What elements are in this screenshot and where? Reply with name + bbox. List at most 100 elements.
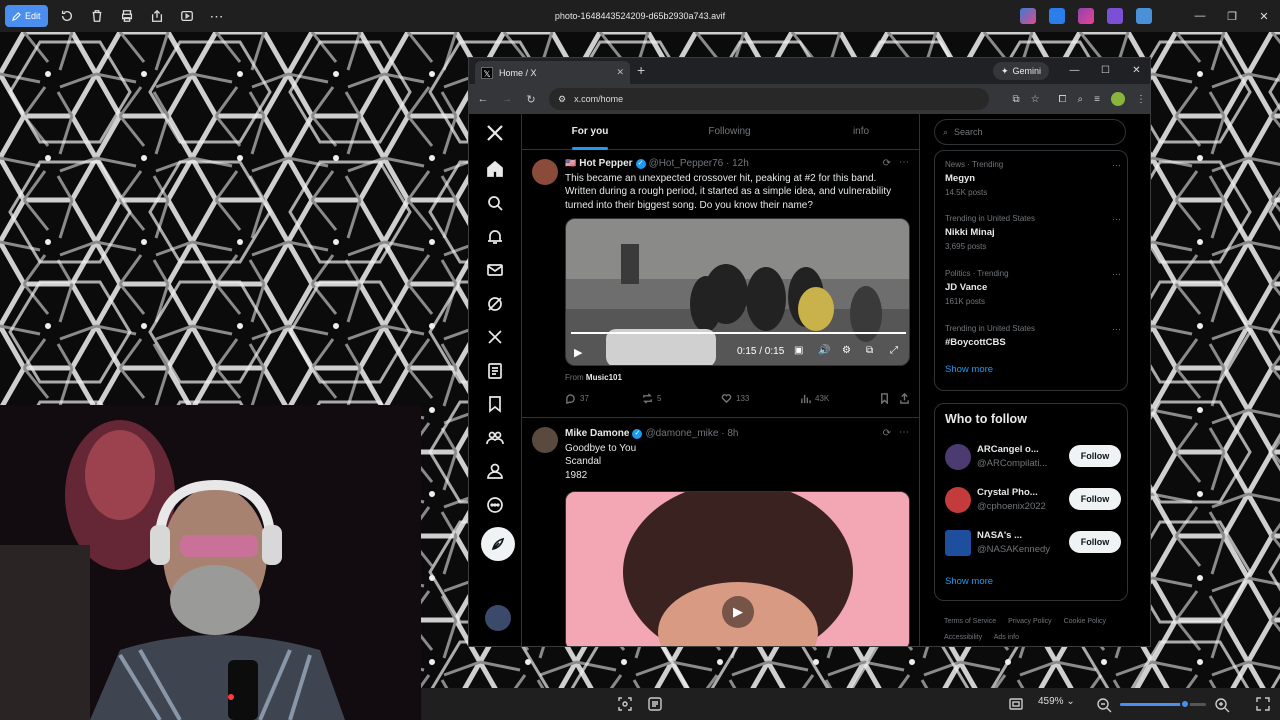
tab-close-icon[interactable]: ✕ bbox=[616, 67, 624, 78]
author-handle[interactable]: @damone_mike · 8h bbox=[645, 428, 738, 439]
pip-icon[interactable]: ⧉ bbox=[866, 345, 873, 356]
avatar[interactable] bbox=[945, 444, 971, 470]
video-editor-icon[interactable] bbox=[1107, 8, 1123, 24]
account-name[interactable]: NASA's ... bbox=[977, 530, 1022, 541]
communities-icon[interactable] bbox=[484, 427, 506, 449]
grok-icon[interactable] bbox=[484, 293, 506, 315]
author-handle[interactable]: @Hot_Pepper76 · 12h bbox=[649, 158, 749, 169]
address-bar[interactable]: ⚙ x.com/home bbox=[549, 88, 989, 110]
minimize-icon[interactable]: — bbox=[1059, 58, 1090, 82]
trend-item[interactable]: Trending in United States Nikki Minaj 3,… bbox=[945, 214, 1121, 251]
share-icon[interactable] bbox=[899, 393, 910, 404]
share-icon[interactable] bbox=[142, 0, 172, 32]
zoom-in-icon[interactable] bbox=[1214, 697, 1230, 713]
rotate-icon[interactable] bbox=[52, 0, 82, 32]
more-options-icon[interactable]: ⋯ bbox=[202, 0, 232, 32]
zoom-out-icon[interactable] bbox=[1096, 697, 1112, 713]
extensions-icon[interactable]: ⧠ bbox=[1059, 94, 1067, 105]
delete-icon[interactable] bbox=[82, 0, 112, 32]
trend-more-icon[interactable]: ⋯ bbox=[1112, 214, 1121, 225]
maximize-icon[interactable]: ☐ bbox=[1090, 58, 1121, 82]
author-name[interactable]: Hot Pepper bbox=[579, 158, 632, 169]
zoom-level[interactable]: 459% ⌄ bbox=[1038, 696, 1075, 707]
browser-menu-icon[interactable]: ⋮ bbox=[1136, 94, 1146, 105]
print-icon[interactable] bbox=[112, 0, 142, 32]
search-icon[interactable] bbox=[484, 192, 506, 214]
follow-button[interactable]: Follow bbox=[1069, 531, 1121, 553]
premium-x-icon[interactable] bbox=[484, 326, 506, 348]
grok-explain-icon[interactable]: ⟳ bbox=[883, 428, 891, 439]
tab-search-icon[interactable]: ⌕ bbox=[1078, 94, 1084, 105]
slideshow-icon[interactable] bbox=[172, 0, 202, 32]
cloud-off-icon[interactable] bbox=[1136, 8, 1152, 24]
tab-following[interactable]: Following bbox=[658, 114, 801, 150]
fullscreen-icon[interactable]: ⤢ bbox=[890, 345, 898, 356]
repost-button[interactable]: 5 bbox=[642, 393, 661, 404]
tab-info[interactable]: info bbox=[801, 114, 919, 150]
post-button[interactable] bbox=[481, 527, 515, 561]
avatar[interactable] bbox=[532, 427, 558, 453]
account-avatar[interactable] bbox=[485, 605, 511, 631]
edit-button[interactable]: Edit bbox=[5, 5, 48, 27]
play-icon[interactable]: ▶ bbox=[722, 596, 754, 628]
views-button[interactable]: 43K bbox=[800, 393, 829, 404]
search-input[interactable]: ⌕ Search bbox=[934, 119, 1126, 145]
close-icon[interactable]: ✕ bbox=[1248, 0, 1280, 32]
trend-more-icon[interactable]: ⋯ bbox=[1112, 324, 1121, 335]
x-logo-icon[interactable] bbox=[484, 122, 506, 144]
avatar[interactable] bbox=[945, 530, 971, 556]
tweet[interactable]: 🇺🇸 Hot Pepper ✓ @Hot_Pepper76 · 12h ⟳ ⋯ … bbox=[522, 150, 919, 418]
play-icon[interactable]: ▶ bbox=[574, 346, 582, 359]
grok-explain-icon[interactable]: ⟳ bbox=[883, 158, 891, 169]
accessibility-link[interactable]: Accessibility bbox=[944, 634, 982, 641]
settings-gear-icon[interactable]: ⚙ bbox=[842, 345, 851, 356]
video-player[interactable]: ▶ 0:15 / 0:15 ▣ 🔊 ⚙ ⧉ ⤢ bbox=[565, 218, 910, 366]
messages-mail-icon[interactable] bbox=[484, 259, 506, 281]
tab-for-you[interactable]: For you bbox=[522, 114, 658, 150]
trend-item[interactable]: Politics · Trending JD Vance 161K posts … bbox=[945, 269, 1121, 306]
terms-link[interactable]: Terms of Service bbox=[944, 618, 996, 625]
text-scan-icon[interactable] bbox=[647, 696, 663, 712]
trend-item[interactable]: Trending in United States #BoycottCBS ⋯ bbox=[945, 324, 1121, 348]
bookmark-star-icon[interactable]: ☆ bbox=[1031, 94, 1040, 105]
profile-icon[interactable] bbox=[484, 460, 506, 482]
from-source-link[interactable]: Music101 bbox=[586, 373, 622, 382]
account-name[interactable]: Crystal Pho... bbox=[977, 487, 1038, 498]
profile-avatar[interactable] bbox=[1111, 92, 1125, 106]
avatar[interactable] bbox=[532, 159, 558, 185]
suggested-account[interactable]: Crystal Pho... @cphoenix2022 Follow bbox=[945, 485, 1121, 515]
account-name[interactable]: ARCangel o... bbox=[977, 444, 1039, 455]
tab-home-x[interactable]: 𝕏 Home / X ✕ bbox=[475, 61, 630, 84]
designer-icon[interactable] bbox=[1049, 8, 1065, 24]
reload-icon[interactable]: ↻ bbox=[519, 84, 543, 114]
follow-button[interactable]: Follow bbox=[1069, 488, 1121, 510]
privacy-link[interactable]: Privacy Policy bbox=[1008, 618, 1052, 625]
bookmark-icon[interactable] bbox=[879, 393, 890, 404]
close-icon[interactable]: ✕ bbox=[1121, 58, 1150, 82]
avatar[interactable] bbox=[945, 487, 971, 513]
gemini-button[interactable]: ✦ Gemini bbox=[993, 62, 1050, 80]
trend-item[interactable]: News · Trending Megyn 14.5K posts ⋯ bbox=[945, 160, 1121, 197]
more-circle-icon[interactable] bbox=[484, 494, 506, 516]
cookie-link[interactable]: Cookie Policy bbox=[1064, 618, 1106, 625]
author-name[interactable]: Mike Damone bbox=[565, 428, 629, 439]
suggested-account[interactable]: ARCangel o... @ARCompilati... Follow bbox=[945, 442, 1121, 472]
zoom-slider-thumb[interactable] bbox=[1179, 699, 1190, 709]
reading-list-icon[interactable]: ≡ bbox=[1094, 94, 1100, 105]
new-tab-icon[interactable]: + bbox=[637, 62, 645, 78]
reply-button[interactable]: 37 bbox=[565, 393, 589, 404]
trends-show-more-link[interactable]: Show more bbox=[945, 364, 993, 375]
ads-info-link[interactable]: Ads info bbox=[994, 634, 1019, 641]
bookmarks-icon[interactable] bbox=[484, 393, 506, 415]
trend-more-icon[interactable]: ⋯ bbox=[1112, 160, 1121, 171]
follow-button[interactable]: Follow bbox=[1069, 445, 1121, 467]
home-icon[interactable] bbox=[484, 158, 506, 180]
site-info-icon[interactable]: ⚙ bbox=[558, 94, 566, 105]
fit-to-window-icon[interactable] bbox=[1008, 696, 1024, 712]
clipchamp-icon[interactable] bbox=[1078, 8, 1094, 24]
captions-icon[interactable]: ▣ bbox=[794, 345, 803, 356]
forward-icon[interactable]: → bbox=[495, 84, 519, 114]
lists-icon[interactable] bbox=[484, 360, 506, 382]
tweet-more-icon[interactable]: ⋯ bbox=[899, 427, 909, 438]
fullscreen-icon[interactable] bbox=[1255, 696, 1271, 712]
